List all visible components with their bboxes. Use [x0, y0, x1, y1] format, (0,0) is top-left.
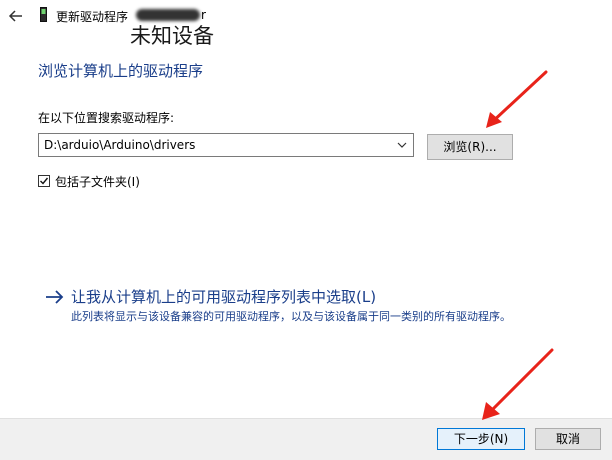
device-name: 未知设备 — [130, 24, 214, 48]
include-subfolders-label[interactable]: 包括子文件夹(I) — [55, 173, 140, 190]
pick-driver-link[interactable]: 让我从计算机上的可用驱动程序列表中选取(L) — [71, 286, 376, 307]
annotation-arrow-icon — [482, 348, 554, 420]
include-subfolders-checkbox[interactable] — [38, 175, 50, 187]
checkmark-icon — [40, 177, 49, 185]
device-icon — [40, 7, 47, 22]
chevron-down-icon[interactable] — [397, 141, 407, 149]
window-title: 更新驱动程序 — [56, 10, 129, 24]
arrow-left-icon[interactable] — [7, 7, 25, 25]
search-location-label: 在以下位置搜索驱动程序: — [38, 111, 175, 125]
page-heading: 浏览计算机上的驱动程序 — [38, 62, 204, 80]
pick-driver-description: 此列表将显示与该设备兼容的可用驱动程序，以及与该设备属于同一类别的所有驱动程序。 — [71, 310, 511, 323]
title-bar: 更新驱动程序 r — [0, 0, 612, 32]
next-button[interactable]: 下一步(N) — [437, 428, 525, 450]
path-combobox[interactable]: D:\arduio\Arduino\drivers — [38, 133, 414, 157]
cancel-button[interactable]: 取消 — [535, 428, 601, 450]
annotation-arrow-icon — [486, 70, 548, 128]
path-input[interactable]: D:\arduio\Arduino\drivers — [44, 138, 195, 152]
arrow-right-icon[interactable] — [45, 289, 65, 305]
browse-button[interactable]: 浏览(R)... — [427, 134, 513, 160]
